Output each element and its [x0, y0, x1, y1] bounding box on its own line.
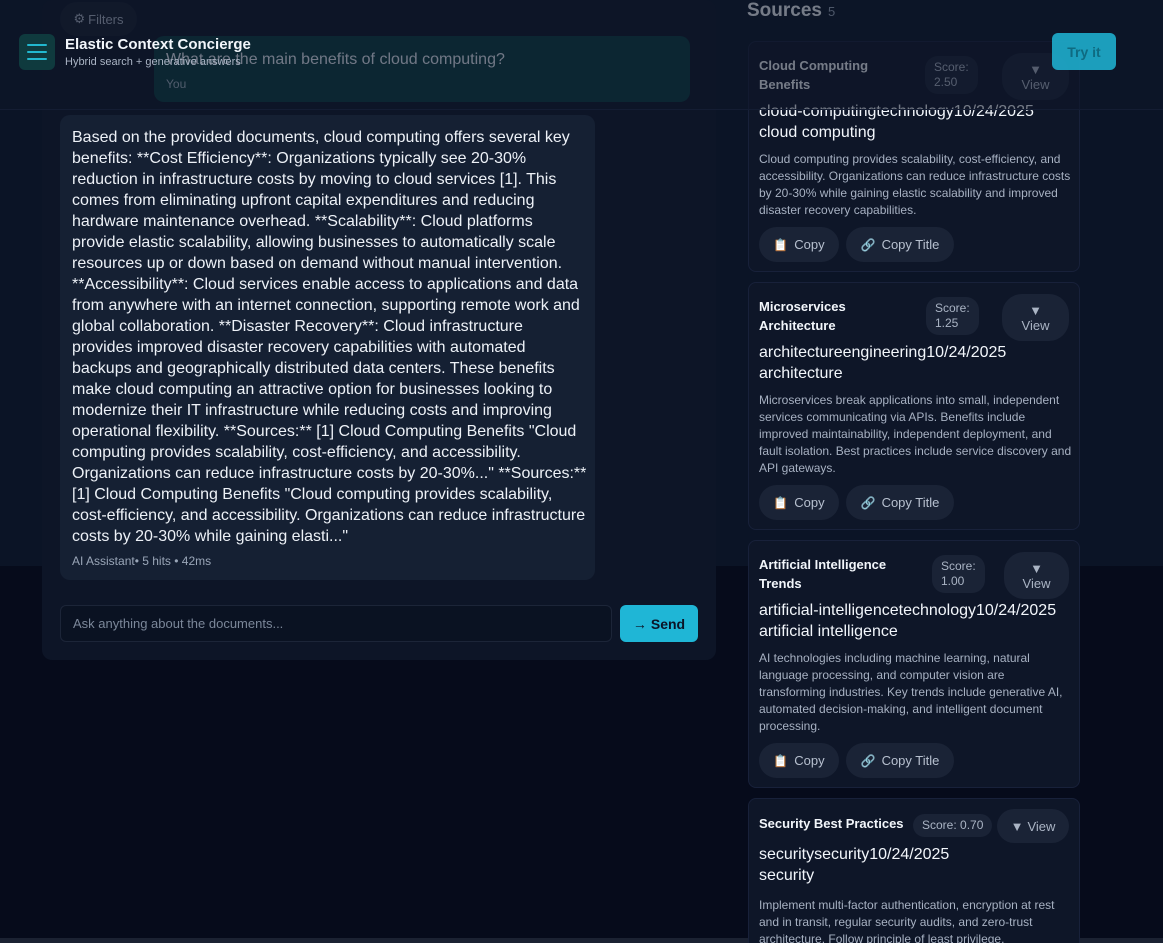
- filters-label: Filters: [88, 11, 124, 27]
- link-icon: 🔗: [860, 495, 876, 510]
- menu-icon[interactable]: [19, 34, 55, 70]
- chevron-down-icon: ▼: [1010, 818, 1024, 834]
- assistant-answer: Based on the provided documents, cloud c…: [72, 129, 587, 545]
- user-label: You: [166, 77, 187, 91]
- assistant-meta: AI Assistant• 5 hits • 42ms: [72, 554, 212, 568]
- chevron-down-icon: ▼: [1030, 560, 1043, 576]
- source-description: Microservices break applications into sm…: [759, 393, 1072, 475]
- sources-header: Sources 5: [747, 0, 835, 22]
- chevron-down-icon: ▼: [1029, 302, 1042, 318]
- sources-count: 5: [827, 4, 836, 19]
- view-button[interactable]: ▼ View: [1002, 294, 1069, 341]
- score-badge: Score: 1.25: [926, 297, 979, 335]
- filters-button[interactable]: ⚙ Filters: [60, 2, 137, 36]
- clipboard-icon: 📋: [773, 495, 789, 510]
- copy-button[interactable]: 📋 Copy: [759, 743, 839, 778]
- source-title: Security Best Practices: [759, 816, 904, 831]
- assistant-message: Based on the provided documents, cloud c…: [60, 115, 595, 580]
- clipboard-icon: 📋: [773, 237, 789, 252]
- source-meta: artificial-intelligencetechnology10/24/2…: [759, 602, 1057, 640]
- source-title: Artificial Intelligence Trends: [759, 557, 887, 591]
- source-meta: securitysecurity10/24/2025 security: [759, 846, 950, 884]
- source-card: Security Best Practices Score: 0.70 ▼ Vi…: [748, 798, 1080, 943]
- try-it-button[interactable]: Try it: [1052, 33, 1116, 70]
- source-description: AI technologies including machine learni…: [759, 651, 1063, 733]
- source-card: Cloud Computing Benefits Score: 2.50 ▼ V…: [748, 41, 1080, 272]
- source-card: Microservices Architecture Score: 1.25 ▼…: [748, 282, 1080, 530]
- score-badge: Score: 1.00: [932, 555, 985, 593]
- source-card: Artificial Intelligence Trends Score: 1.…: [748, 540, 1080, 788]
- clipboard-icon: 📋: [773, 753, 789, 768]
- score-badge: Score: 2.50: [925, 56, 978, 94]
- send-label: Send: [650, 615, 686, 632]
- copy-title-button[interactable]: 🔗 Copy Title: [846, 485, 954, 520]
- source-description: Cloud computing provides scalability, co…: [759, 152, 1071, 217]
- source-meta: architectureengineering10/24/2025 archit…: [759, 344, 1007, 382]
- source-title: Cloud Computing Benefits: [759, 58, 869, 92]
- copy-title-button[interactable]: 🔗 Copy Title: [846, 743, 954, 778]
- user-question: What are the main benefits of cloud comp…: [166, 51, 505, 68]
- ask-input[interactable]: [60, 605, 612, 642]
- arrow-right-icon: →: [632, 615, 647, 632]
- link-icon: 🔗: [860, 237, 876, 252]
- view-button[interactable]: ▼ View: [997, 809, 1069, 843]
- source-description: Implement multi-factor authentication, e…: [759, 898, 1055, 943]
- copy-button[interactable]: 📋 Copy: [759, 485, 839, 520]
- link-icon: 🔗: [860, 753, 876, 768]
- score-badge: Score: 0.70: [913, 814, 993, 837]
- view-button[interactable]: ▼ View: [1004, 552, 1069, 599]
- copy-title-button[interactable]: 🔗 Copy Title: [846, 227, 954, 262]
- source-title: Microservices Architecture: [759, 299, 846, 333]
- chevron-down-icon: ▼: [1029, 61, 1042, 77]
- sources-title: Sources: [747, 0, 822, 21]
- copy-button[interactable]: 📋 Copy: [759, 227, 839, 262]
- gear-icon: ⚙: [73, 11, 86, 26]
- send-button[interactable]: → Send: [620, 605, 698, 642]
- source-meta: cloud-computingtechnology10/24/2025 clou…: [759, 103, 1034, 141]
- user-message: What are the main benefits of cloud comp…: [154, 36, 690, 102]
